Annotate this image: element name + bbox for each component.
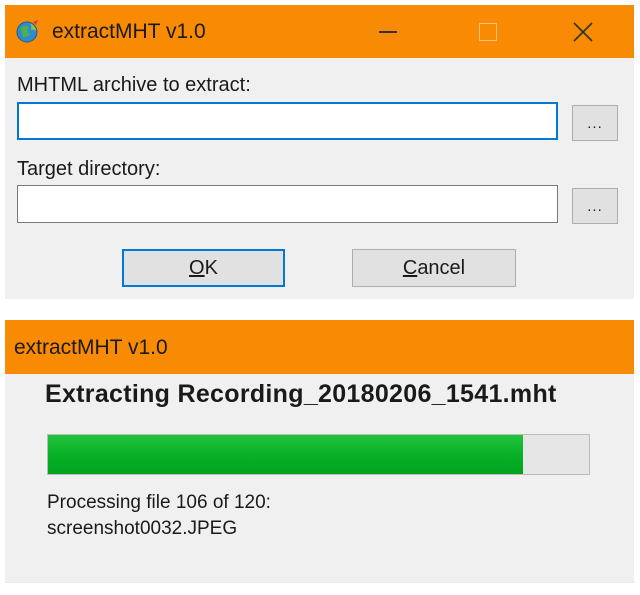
close-button[interactable] — [550, 5, 616, 58]
browse-archive-button[interactable]: ... — [572, 105, 618, 141]
close-icon — [573, 21, 593, 42]
extracting-heading: Extracting Recording_20180206_1541.mht — [45, 380, 557, 408]
browse-target-button[interactable]: ... — [572, 188, 618, 224]
progress-window: extractMHT v1.0 Extracting Recording_201… — [5, 320, 634, 583]
target-directory-input[interactable] — [17, 185, 558, 223]
target-label: Target directory: — [17, 158, 161, 180]
status-current-file: screenshot0032.JPEG — [47, 518, 238, 539]
minimize-button[interactable] — [355, 5, 421, 58]
status-file-count: Processing file 106 of 120: — [47, 492, 271, 513]
maximize-icon — [479, 22, 497, 41]
progress-bar — [47, 434, 590, 475]
extract-dialog-window: extractMHT v1.0 MHTML archive to extract… — [5, 5, 634, 299]
progress-titlebar[interactable]: extractMHT v1.0 — [5, 320, 634, 374]
ok-mnemonic: O — [189, 256, 205, 279]
minimize-icon — [379, 30, 397, 33]
progress-bar-fill — [48, 435, 523, 474]
cancel-mnemonic: C — [402, 256, 418, 279]
maximize-button[interactable] — [455, 5, 521, 58]
dialog-titlebar[interactable]: extractMHT v1.0 — [5, 5, 634, 58]
ok-button[interactable]: OK — [122, 249, 285, 287]
dialog-title: extractMHT v1.0 — [52, 20, 206, 43]
ok-label-rest: K — [204, 256, 218, 279]
archive-label: MHTML archive to extract: — [17, 74, 251, 96]
cancel-button[interactable]: Cancel — [352, 249, 516, 287]
cancel-label-rest: ancel — [417, 256, 466, 279]
progress-window-title: extractMHT v1.0 — [14, 336, 168, 359]
archive-path-input[interactable] — [17, 102, 558, 140]
app-globe-icon — [16, 20, 38, 43]
